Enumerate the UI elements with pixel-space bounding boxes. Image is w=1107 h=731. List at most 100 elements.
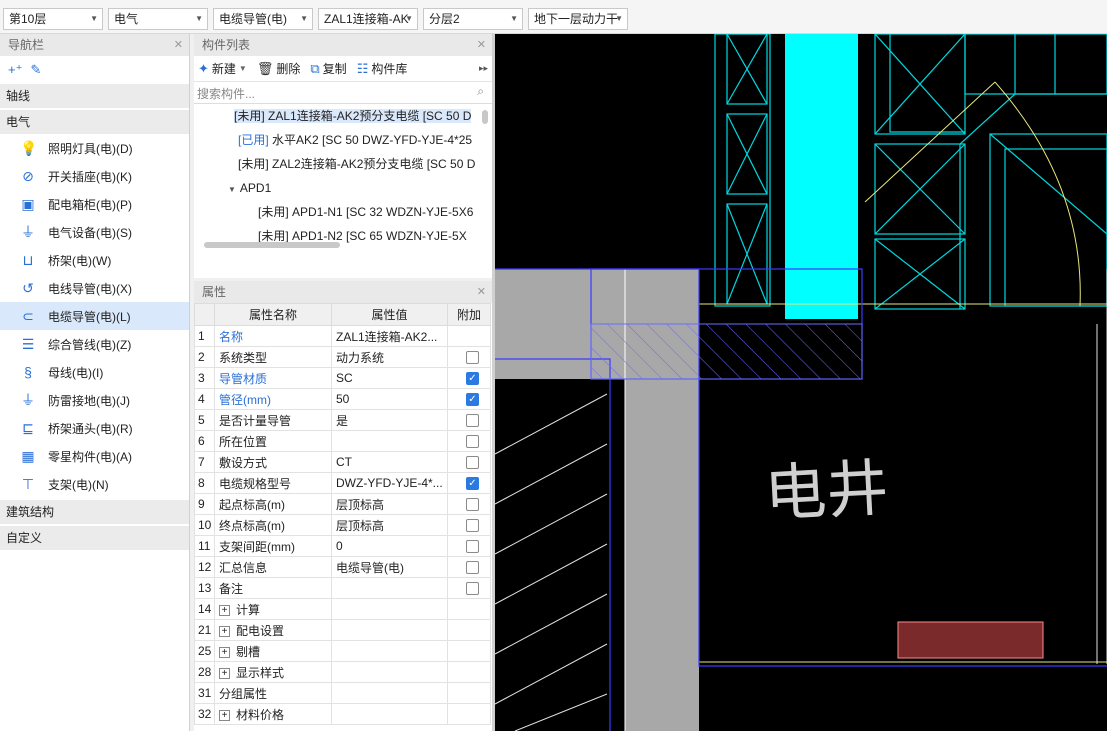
- layer-dropdown[interactable]: 分层2 ▼: [423, 8, 523, 30]
- sidebar-item[interactable]: ↺ 电线导管(电)(X): [0, 274, 189, 302]
- property-value[interactable]: [331, 619, 448, 641]
- library-button[interactable]: ☷ 构件库: [357, 60, 408, 77]
- tree-item[interactable]: [未用] ZAL2连接箱-AK2预分支电缆 [SC 50 D: [194, 152, 492, 176]
- attach-checkbox[interactable]: [466, 561, 479, 575]
- property-value[interactable]: 是: [331, 409, 448, 431]
- table-row[interactable]: 11 支架间距(mm) 0: [194, 535, 491, 557]
- sidebar-item[interactable]: 💡 照明灯具(电)(D): [0, 134, 189, 162]
- sidebar-item[interactable]: ▦ 零星构件(电)(A): [0, 442, 189, 470]
- tree-item[interactable]: [已用] 水平AK2 [SC 50 DWZ-YFD-YJE-4*25: [194, 128, 492, 152]
- table-row[interactable]: 1 名称 ZAL1连接箱-AK2...: [194, 325, 491, 347]
- expand-icon[interactable]: ▼: [228, 185, 236, 194]
- sidebar-item[interactable]: ⊑ 桥架通头(电)(R): [0, 414, 189, 442]
- property-value[interactable]: 0: [331, 535, 448, 557]
- group-electrical[interactable]: 电气: [0, 110, 189, 134]
- property-value[interactable]: [331, 430, 448, 452]
- expand-icon[interactable]: +: [219, 604, 230, 616]
- table-row[interactable]: 14 + 计算: [194, 598, 491, 620]
- equipment-block[interactable]: [897, 621, 1044, 659]
- property-value[interactable]: 50: [331, 388, 448, 410]
- attach-checkbox[interactable]: [466, 540, 479, 554]
- table-row[interactable]: 28 + 显示样式: [194, 661, 491, 683]
- sidebar-item[interactable]: ⊘ 开关插座(电)(K): [0, 162, 189, 190]
- floor-dropdown[interactable]: 第10层 ▼: [3, 8, 103, 30]
- property-value[interactable]: 层顶标高: [331, 493, 448, 515]
- drawing-canvas[interactable]: 电井: [495, 34, 1107, 731]
- attach-checkbox[interactable]: [466, 498, 479, 512]
- component-dropdown[interactable]: ZAL1连接箱-AK ▼: [318, 8, 418, 30]
- tree-item[interactable]: [未用] APD1-N1 [SC 32 WDZN-YJE-5X6: [194, 200, 492, 224]
- table-row[interactable]: 2 系统类型 动力系统: [194, 346, 491, 368]
- attach-checkbox[interactable]: [466, 351, 479, 365]
- sidebar-item[interactable]: ▣ 配电箱柜(电)(P): [0, 190, 189, 218]
- property-value[interactable]: [331, 703, 448, 725]
- sidebar-item[interactable]: § 母线(电)(I): [0, 358, 189, 386]
- table-row[interactable]: 4 管径(mm) 50 ✓: [194, 388, 491, 410]
- sidebar-item[interactable]: ⊤ 支架(电)(N): [0, 470, 189, 498]
- property-value[interactable]: [331, 577, 448, 599]
- new-button[interactable]: ✦ 新建 ▼: [198, 60, 247, 77]
- type-dropdown[interactable]: 电缆导管(电) ▼: [213, 8, 313, 30]
- property-value[interactable]: ZAL1连接箱-AK2...: [331, 325, 448, 347]
- table-row[interactable]: 31 分组属性: [194, 682, 491, 704]
- close-icon[interactable]: ✕: [477, 34, 486, 56]
- attach-checkbox[interactable]: ✓: [466, 477, 479, 491]
- edit-icon[interactable]: ✎: [30, 62, 41, 77]
- property-value[interactable]: [331, 640, 448, 662]
- more-icon[interactable]: ▸▸: [479, 63, 488, 74]
- table-row[interactable]: 5 是否计量导管 是: [194, 409, 491, 431]
- table-row[interactable]: 25 + 剔槽: [194, 640, 491, 662]
- attach-checkbox[interactable]: ✓: [466, 372, 479, 386]
- attach-checkbox[interactable]: [466, 519, 479, 533]
- property-value[interactable]: DWZ-YFD-YJE-4*...: [331, 472, 448, 494]
- expand-icon[interactable]: +: [219, 625, 230, 637]
- table-row[interactable]: 12 汇总信息 电缆导管(电): [194, 556, 491, 578]
- attach-checkbox[interactable]: [466, 582, 479, 596]
- close-icon[interactable]: ✕: [477, 281, 486, 303]
- table-row[interactable]: 9 起点标高(m) 层顶标高: [194, 493, 491, 515]
- group-custom[interactable]: 自定义: [0, 526, 189, 550]
- horizontal-scrollbar[interactable]: [204, 242, 340, 248]
- sidebar-item[interactable]: ⏚ 防雷接地(电)(J): [0, 386, 189, 414]
- sidebar-item[interactable]: ⊔ 桥架(电)(W): [0, 246, 189, 274]
- component-search-input[interactable]: 搜索构件... ⌕: [194, 82, 492, 104]
- property-value[interactable]: [331, 661, 448, 683]
- sidebar-item[interactable]: ⏚ 电气设备(电)(S): [0, 218, 189, 246]
- table-row[interactable]: 21 + 配电设置: [194, 619, 491, 641]
- table-row[interactable]: 32 + 材料价格: [194, 703, 491, 725]
- close-icon[interactable]: ✕: [174, 34, 183, 56]
- attach-checkbox[interactable]: [466, 414, 479, 428]
- sidebar-item[interactable]: ☰ 综合管线(电)(Z): [0, 330, 189, 358]
- group-structure[interactable]: 建筑结构: [0, 500, 189, 524]
- property-value[interactable]: [331, 598, 448, 620]
- property-value[interactable]: 层顶标高: [331, 514, 448, 536]
- property-value[interactable]: 电缆导管(电): [331, 556, 448, 578]
- sidebar-item[interactable]: ⊂ 电缆导管(电)(L): [0, 302, 189, 330]
- expand-icon[interactable]: +: [219, 646, 230, 658]
- expand-icon[interactable]: +: [219, 667, 230, 679]
- property-value[interactable]: SC: [331, 367, 448, 389]
- attach-checkbox[interactable]: [466, 435, 479, 449]
- attach-checkbox[interactable]: ✓: [466, 393, 479, 407]
- table-row[interactable]: 3 导管材质 SC ✓: [194, 367, 491, 389]
- attach-checkbox[interactable]: [466, 456, 479, 470]
- tree-item[interactable]: [未用] ZAL1连接箱-AK2预分支电缆 [SC 50 D: [194, 104, 492, 128]
- system-dropdown[interactable]: 地下一层动力干 ▼: [528, 8, 628, 30]
- group-axis[interactable]: 轴线: [0, 84, 189, 108]
- table-row[interactable]: 7 敷设方式 CT: [194, 451, 491, 473]
- property-value[interactable]: [331, 682, 448, 704]
- search-icon[interactable]: ⌕: [477, 84, 484, 99]
- cad-drawing[interactable]: 电井: [495, 34, 1107, 731]
- discipline-dropdown[interactable]: 电气 ▼: [108, 8, 208, 30]
- property-value[interactable]: 动力系统: [331, 346, 448, 368]
- cyan-shaft[interactable]: [785, 34, 858, 319]
- table-row[interactable]: 8 电缆规格型号 DWZ-YFD-YJE-4*... ✓: [194, 472, 491, 494]
- delete-button[interactable]: 🗑 删除: [257, 60, 301, 77]
- tree-group[interactable]: ▼ APD1: [194, 176, 492, 200]
- expand-icon[interactable]: +: [219, 709, 230, 721]
- table-row[interactable]: 6 所在位置: [194, 430, 491, 452]
- table-row[interactable]: 13 备注: [194, 577, 491, 599]
- vertical-scrollbar[interactable]: [482, 110, 488, 124]
- property-value[interactable]: CT: [331, 451, 448, 473]
- table-row[interactable]: 10 终点标高(m) 层顶标高: [194, 514, 491, 536]
